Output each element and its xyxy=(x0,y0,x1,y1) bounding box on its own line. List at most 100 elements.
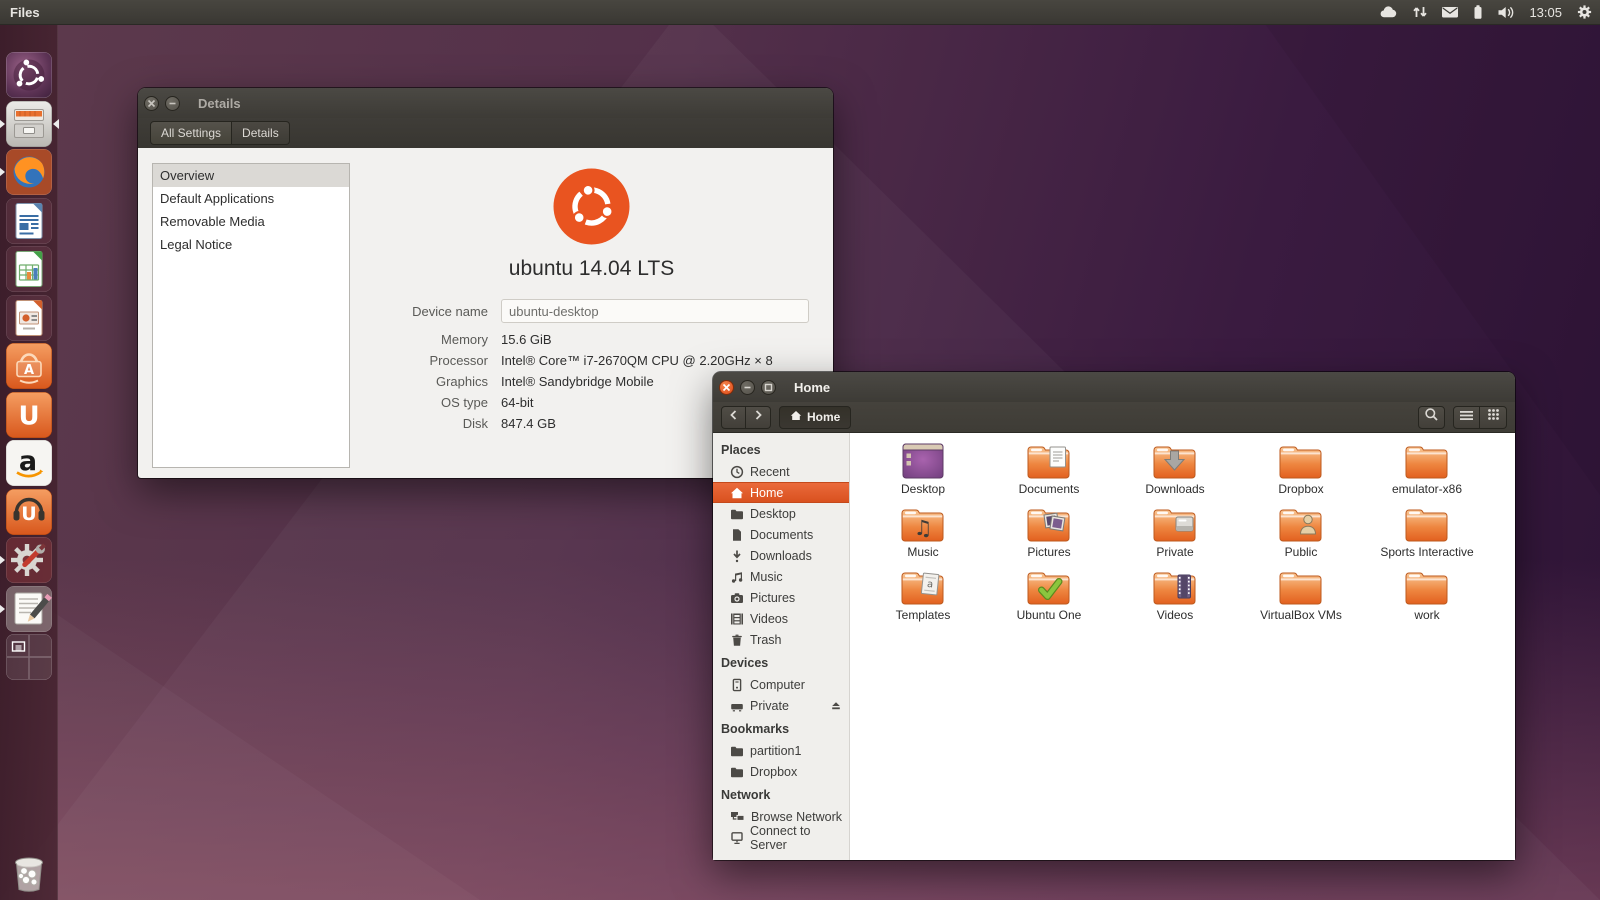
files-icon xyxy=(6,101,52,147)
computer-icon xyxy=(730,678,744,692)
file-item-videos[interactable]: Videos xyxy=(1112,567,1238,630)
private-folder-icon xyxy=(1152,504,1198,544)
list-view-button[interactable] xyxy=(1453,406,1480,429)
system-settings-icon xyxy=(6,537,52,583)
folder-icon xyxy=(1278,567,1324,607)
launcher-item-ubuntu-one[interactable]: U xyxy=(6,392,52,438)
minimize-button[interactable] xyxy=(740,380,755,395)
ubuntu-one-cloud-icon[interactable] xyxy=(1379,4,1399,20)
battery-icon[interactable] xyxy=(1472,4,1484,20)
file-grid: Desktop Documents Downloads Dropbox emul… xyxy=(850,433,1515,860)
file-item-dropbox[interactable]: Dropbox xyxy=(1238,441,1364,504)
nav-item-removable-media[interactable]: Removable Media xyxy=(153,210,349,233)
back-button[interactable] xyxy=(721,406,746,429)
sidebar-item-videos[interactable]: Videos xyxy=(713,608,849,629)
drive-icon xyxy=(730,699,744,713)
top-panel: Files 13:05 xyxy=(0,0,1600,25)
sidebar-header-bookmarks: Bookmarks xyxy=(713,716,849,740)
launcher-item-calc[interactable] xyxy=(6,246,52,292)
folder-icon xyxy=(730,744,744,758)
grid-view-button[interactable] xyxy=(1480,406,1507,429)
nav-item-legal-notice[interactable]: Legal Notice xyxy=(153,233,349,256)
launcher-item-writer[interactable] xyxy=(6,198,52,244)
sidebar-item-trash[interactable]: Trash xyxy=(713,629,849,650)
home-titlebar[interactable]: Home xyxy=(713,372,1515,402)
sidebar-item-connect-server[interactable]: Connect to Server xyxy=(713,827,849,848)
sidebar-item-home[interactable]: Home xyxy=(713,482,849,503)
file-item-pictures[interactable]: Pictures xyxy=(986,504,1112,567)
breadcrumb-home-button[interactable]: Home xyxy=(779,406,851,429)
file-label: Ubuntu One xyxy=(1017,608,1082,622)
sidebar-item-private[interactable]: Private xyxy=(713,695,849,716)
all-settings-button[interactable]: All Settings xyxy=(150,121,232,145)
launcher-item-gedit[interactable] xyxy=(6,586,52,632)
network-icon xyxy=(730,810,745,823)
templates-folder-icon: a xyxy=(900,567,946,607)
close-button[interactable] xyxy=(719,380,734,395)
file-item-downloads[interactable]: Downloads xyxy=(1112,441,1238,504)
home-icon xyxy=(730,486,744,500)
field-value: Intel® Core™ i7-2670QM CPU @ 2.20GHz × 8 xyxy=(501,353,773,368)
launcher-item-settings[interactable] xyxy=(6,537,52,583)
network-sync-icon[interactable] xyxy=(1412,4,1428,20)
sidebar-item-computer[interactable]: Computer xyxy=(713,674,849,695)
launcher-item-firefox[interactable] xyxy=(6,149,52,195)
sidebar-item-partition1[interactable]: partition1 xyxy=(713,740,849,761)
file-item-music[interactable]: ♫Music xyxy=(860,504,986,567)
device-name-input[interactable] xyxy=(501,299,809,323)
file-item-private[interactable]: Private xyxy=(1112,504,1238,567)
sidebar-item-pictures[interactable]: Pictures xyxy=(713,587,849,608)
text-editor-icon xyxy=(6,586,52,632)
sidebar-item-label: Recent xyxy=(750,465,790,479)
forward-button[interactable] xyxy=(746,406,771,429)
file-item-virtualbox-vms[interactable]: VirtualBox VMs xyxy=(1238,567,1364,630)
file-item-public[interactable]: Public xyxy=(1238,504,1364,567)
messages-envelope-icon[interactable] xyxy=(1441,5,1459,19)
launcher-item-amazon[interactable]: a xyxy=(6,440,52,486)
launcher-item-workspaces[interactable] xyxy=(6,634,52,680)
close-button[interactable] xyxy=(144,96,159,111)
launcher-item-dash[interactable] xyxy=(6,52,52,98)
file-label: Videos xyxy=(1157,608,1193,622)
sidebar-item-dropbox[interactable]: Dropbox xyxy=(713,761,849,782)
search-button[interactable] xyxy=(1418,406,1445,429)
sidebar-item-downloads[interactable]: Downloads xyxy=(713,545,849,566)
details-titlebar[interactable]: Details xyxy=(138,88,833,118)
eject-icon[interactable] xyxy=(830,700,842,712)
file-item-desktop[interactable]: Desktop xyxy=(860,441,986,504)
sidebar-item-documents[interactable]: Documents xyxy=(713,524,849,545)
launcher-item-files[interactable] xyxy=(6,101,52,147)
folder-icon xyxy=(1404,441,1450,481)
clock-label[interactable]: 13:05 xyxy=(1529,5,1562,20)
file-item-ubuntu-one[interactable]: Ubuntu One xyxy=(986,567,1112,630)
sidebar-item-recent[interactable]: Recent xyxy=(713,461,849,482)
file-item-work[interactable]: work xyxy=(1364,567,1490,630)
session-gear-icon[interactable] xyxy=(1575,4,1594,20)
sidebar-item-label: partition1 xyxy=(750,744,801,758)
appmenu-label[interactable]: Files xyxy=(10,5,40,20)
file-item-templates[interactable]: aTemplates xyxy=(860,567,986,630)
details-crumb-button[interactable]: Details xyxy=(232,121,290,145)
file-item-sports-interactive[interactable]: Sports Interactive xyxy=(1364,504,1490,567)
file-label: Pictures xyxy=(1027,545,1070,559)
ubuntu-software-center-icon: A xyxy=(6,343,52,389)
svg-text:a: a xyxy=(926,579,933,591)
file-label: VirtualBox VMs xyxy=(1260,608,1342,622)
launcher-item-software-center[interactable]: A xyxy=(6,343,52,389)
sidebar-item-music[interactable]: Music xyxy=(713,566,849,587)
launcher-item-impress[interactable] xyxy=(6,295,52,341)
maximize-button[interactable] xyxy=(761,380,776,395)
nav-item-overview[interactable]: Overview xyxy=(153,164,349,187)
window-title: Details xyxy=(198,96,241,111)
minimize-button[interactable] xyxy=(165,96,180,111)
file-item-emulator-x86[interactable]: emulator-x86 xyxy=(1364,441,1490,504)
nav-item-default-applications[interactable]: Default Applications xyxy=(153,187,349,210)
file-label: Sports Interactive xyxy=(1380,545,1473,559)
launcher-item-music[interactable]: U xyxy=(6,489,52,535)
launcher-item-trash[interactable] xyxy=(6,850,52,896)
volume-icon[interactable] xyxy=(1497,5,1516,20)
file-label: Private xyxy=(1156,545,1193,559)
sidebar-item-desktop[interactable]: Desktop xyxy=(713,503,849,524)
document-icon xyxy=(730,528,744,542)
file-item-documents[interactable]: Documents xyxy=(986,441,1112,504)
